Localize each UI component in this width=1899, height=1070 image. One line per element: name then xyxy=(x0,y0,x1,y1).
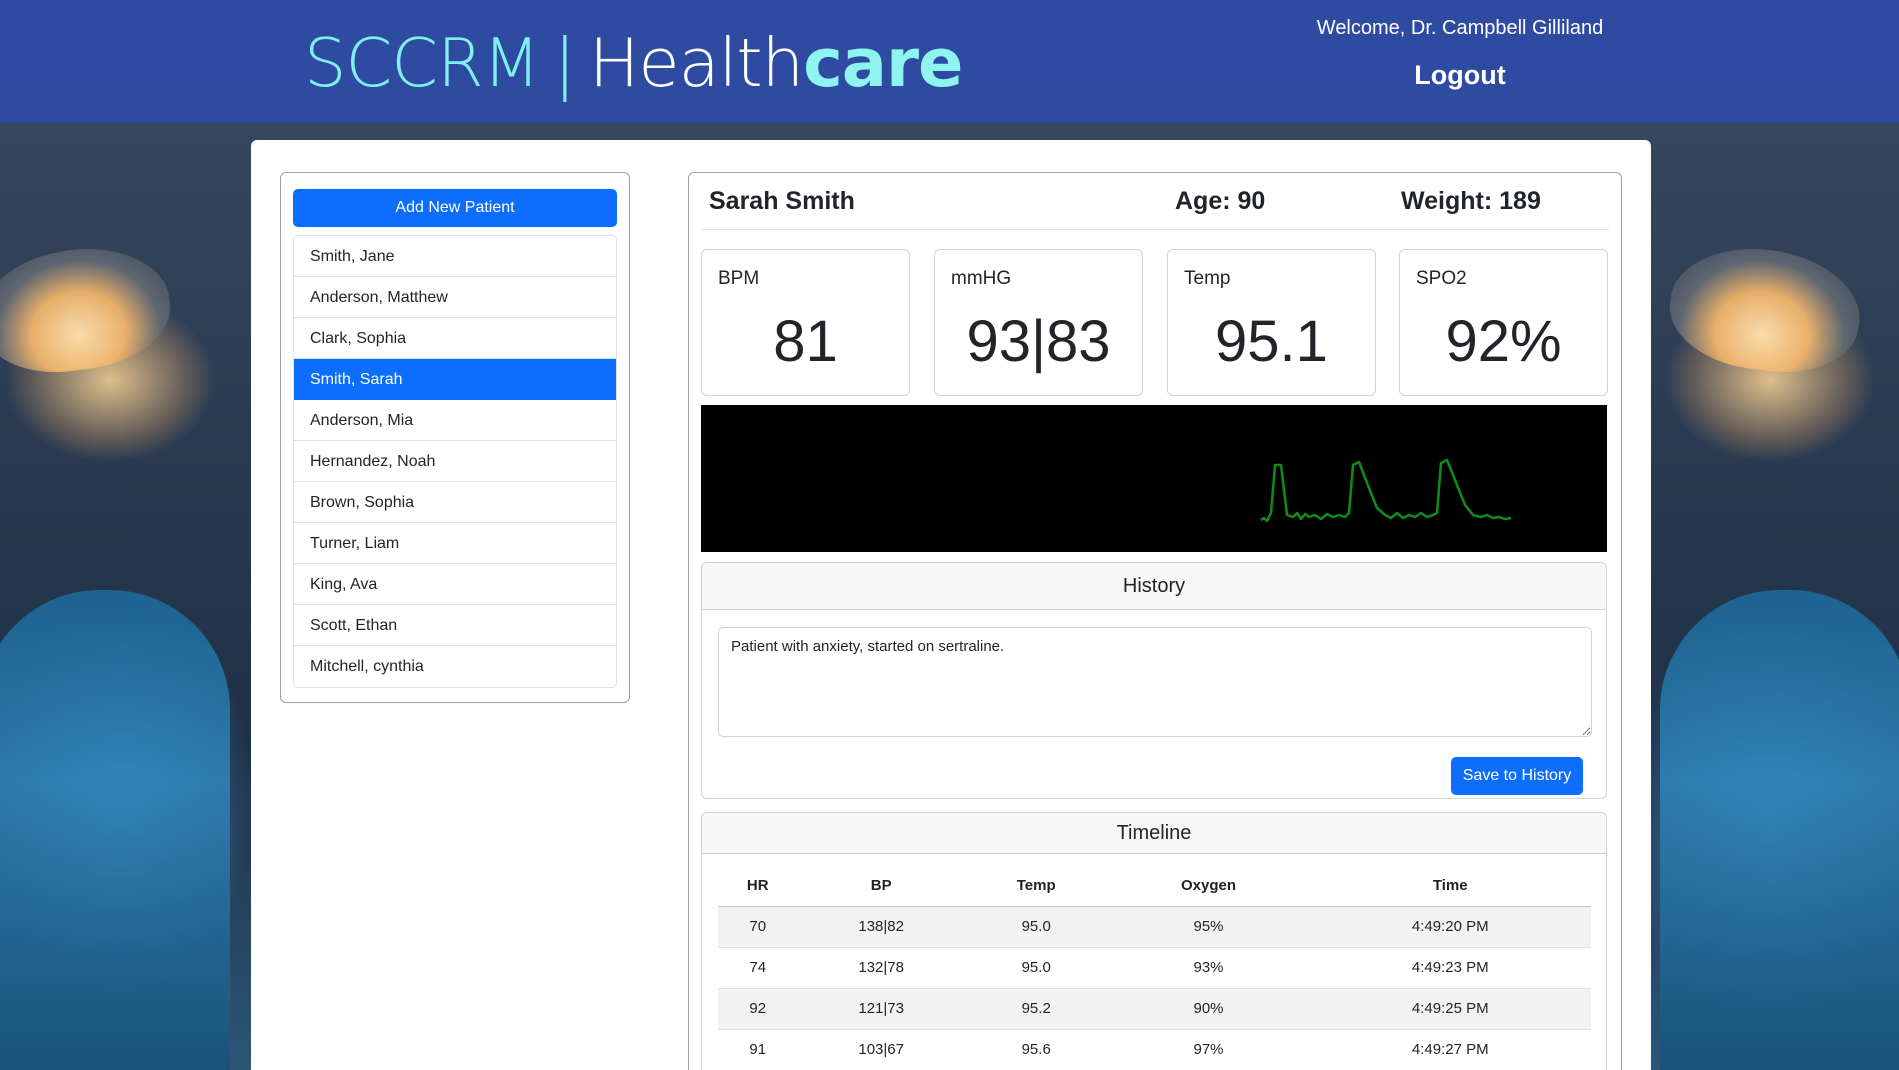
patient-age: Age: 90 xyxy=(1175,187,1266,215)
timeline-body: 70 138|82 95.0 95% 4:49:20 PM 74 132|78 95.0 93%… xyxy=(718,906,1591,1070)
logout-link[interactable]: Logout xyxy=(1360,60,1560,91)
patient-list: Smith, Jane Anderson, Matthew Clark, Sophi… xyxy=(293,235,617,688)
table-cell: 70 xyxy=(718,906,798,948)
column-header-temp: Temp xyxy=(964,865,1108,907)
patient-list-item[interactable]: Anderson, Matthew xyxy=(294,277,616,318)
table-cell: 95.6 xyxy=(964,1029,1108,1070)
brand-part-2: Health xyxy=(589,24,804,102)
patient-header: Sarah Smith Age: 90 Weight: 189 xyxy=(701,183,1609,230)
table-row: 74 132|78 95.0 93% 4:49:23 PM xyxy=(718,947,1591,989)
table-cell: 74 xyxy=(718,947,798,989)
vital-card-bpm: BPM 81 xyxy=(701,249,910,396)
table-cell: 91 xyxy=(718,1029,798,1070)
column-header-time: Time xyxy=(1309,865,1591,907)
timeline-header-row: HR BP Temp Oxygen Time xyxy=(718,865,1591,907)
table-cell: 132|78 xyxy=(797,947,965,989)
patient-list-item[interactable]: Brown, Sophia xyxy=(294,482,616,523)
vital-label: BPM xyxy=(718,268,760,289)
table-cell: 95% xyxy=(1107,906,1310,948)
table-cell: 95.2 xyxy=(964,988,1108,1030)
table-cell: 97% xyxy=(1107,1029,1310,1070)
patient-list-item[interactable]: Clark, Sophia xyxy=(294,318,616,359)
patient-list-item[interactable]: Anderson, Mia xyxy=(294,400,616,441)
table-cell: 93% xyxy=(1107,947,1310,989)
timeline-title: Timeline xyxy=(702,813,1606,854)
surgeon-left xyxy=(0,590,230,1070)
patient-weight: Weight: 189 xyxy=(1401,187,1541,215)
vital-card-mmhg: mmHG 93|83 xyxy=(934,249,1143,396)
patient-detail-panel: Sarah Smith Age: 90 Weight: 189 BPM 81 m… xyxy=(688,172,1622,1070)
column-header-hr: HR xyxy=(718,865,798,907)
table-cell: 90% xyxy=(1107,988,1310,1030)
patient-list-item[interactable]: King, Ava xyxy=(294,564,616,605)
welcome-text: Welcome, Dr. Campbell Gilliland xyxy=(1316,17,1604,39)
vital-value: 95.1 xyxy=(1215,309,1328,374)
timeline-card: Timeline HR BP Temp Oxygen Time 70 138|82… xyxy=(701,812,1607,1070)
vital-value: 81 xyxy=(773,309,838,374)
column-header-bp: BP xyxy=(797,865,965,907)
table-cell: 92 xyxy=(718,988,798,1030)
surgeon-right xyxy=(1660,590,1899,1070)
patient-list-panel: Add New Patient Smith, Jane Anderson, Mat… xyxy=(280,172,630,703)
table-cell: 95.0 xyxy=(964,906,1108,948)
table-row: 92 121|73 95.2 90% 4:49:25 PM xyxy=(718,988,1591,1030)
patient-list-item[interactable]: Smith, Sarah xyxy=(294,359,616,400)
add-new-patient-button[interactable]: Add New Patient xyxy=(293,189,617,227)
brand-part-3: care xyxy=(803,24,963,102)
ecg-waveform xyxy=(1260,458,1512,523)
table-cell: 4:49:20 PM xyxy=(1309,906,1591,948)
patient-name: Sarah Smith xyxy=(709,187,855,215)
table-cell: 138|82 xyxy=(797,906,965,948)
save-to-history-button[interactable]: Save to History xyxy=(1451,757,1583,795)
timeline-table: HR BP Temp Oxygen Time 70 138|82 95.0 95% 4:… xyxy=(718,865,1591,1070)
column-header-oxygen: Oxygen xyxy=(1107,865,1310,907)
patient-list-item[interactable]: Smith, Jane xyxy=(294,236,616,277)
vital-card-temp: Temp 95.1 xyxy=(1167,249,1376,396)
table-cell: 95.0 xyxy=(964,947,1108,989)
main-container: Add New Patient Smith, Jane Anderson, Mat… xyxy=(251,140,1651,1070)
ecg-trace xyxy=(1260,458,1512,523)
table-cell: 4:49:25 PM xyxy=(1309,988,1591,1030)
patient-list-item[interactable]: Scott, Ethan xyxy=(294,605,616,646)
vital-label: SPO2 xyxy=(1416,268,1467,289)
brand-logo: SCCRM | Healthcare xyxy=(304,18,963,108)
vital-label: mmHG xyxy=(951,268,1012,289)
table-row: 91 103|67 95.6 97% 4:49:27 PM xyxy=(718,1029,1591,1070)
patient-list-item[interactable]: Turner, Liam xyxy=(294,523,616,564)
ecg-monitor xyxy=(701,405,1607,552)
history-notes-input[interactable] xyxy=(718,627,1592,737)
history-title: History xyxy=(702,563,1606,610)
vital-label: Temp xyxy=(1184,268,1231,289)
history-card: History Save to History xyxy=(701,562,1607,799)
table-cell: 121|73 xyxy=(797,988,965,1030)
table-cell: 4:49:27 PM xyxy=(1309,1029,1591,1070)
brand-part-1: SCCRM xyxy=(304,24,540,102)
table-row: 70 138|82 95.0 95% 4:49:20 PM xyxy=(718,906,1591,948)
vital-card-spo2: SPO2 92% xyxy=(1399,249,1608,396)
brand-separator: | xyxy=(553,24,576,102)
table-cell: 103|67 xyxy=(797,1029,965,1070)
table-cell: 4:49:23 PM xyxy=(1309,947,1591,989)
patient-list-item[interactable]: Hernandez, Noah xyxy=(294,441,616,482)
vital-value: 93|83 xyxy=(966,309,1111,374)
patient-list-item[interactable]: Mitchell, cynthia xyxy=(294,646,616,687)
vital-value: 92% xyxy=(1445,309,1562,374)
app-header: SCCRM | Healthcare Welcome, Dr. Campbell G… xyxy=(0,0,1899,123)
